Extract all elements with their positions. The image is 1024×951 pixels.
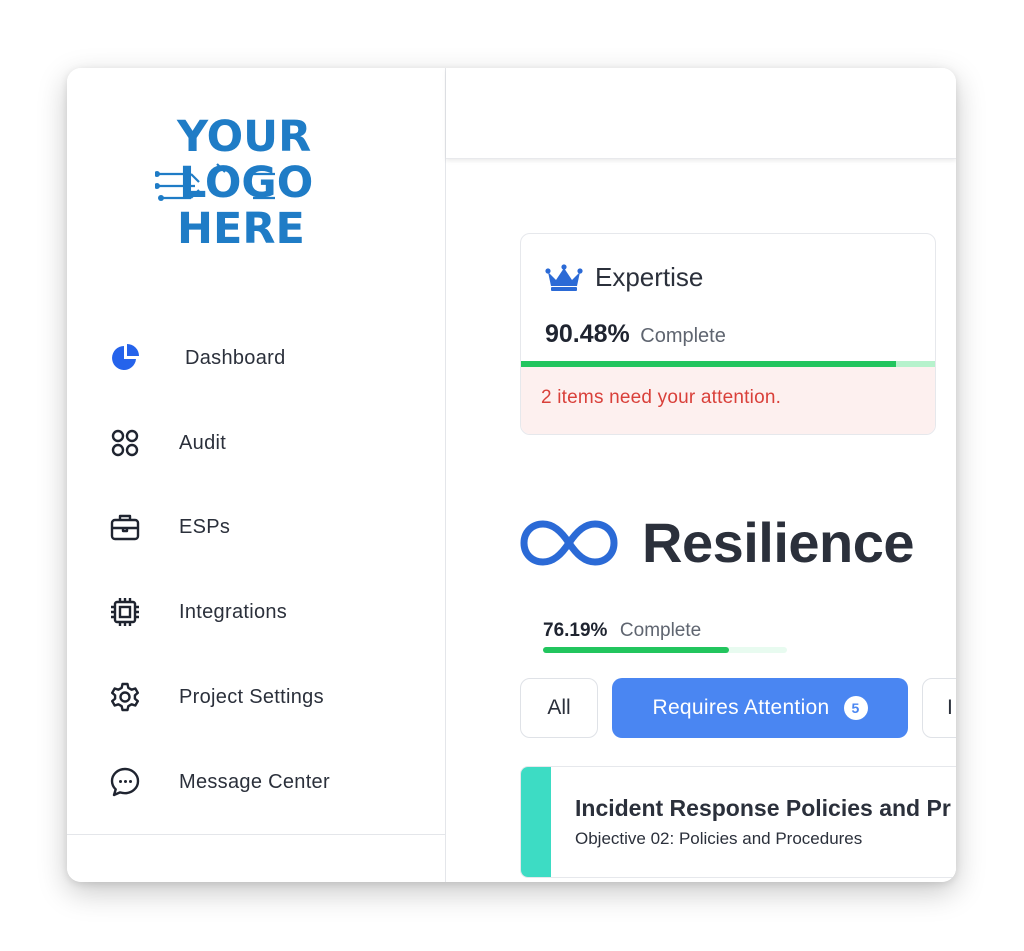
crown-icon [545,264,583,297]
filter-all-button[interactable]: All [520,678,598,738]
filter-requires-attention-label: Requires Attention [652,696,830,719]
sidebar-item-label: Audit [179,431,227,454]
resilience-percent-word: Complete [619,620,702,641]
expertise-percent-word: Complete [640,325,726,347]
briefcase-icon [109,511,141,543]
resilience-percent-line: 76.19% Complete [543,620,701,642]
sidebar-item-label: Integrations [179,600,288,623]
resilience-title: Resilience [642,511,915,574]
gear-icon [109,681,141,713]
filter-all-label: All [547,696,571,719]
filter-next-button[interactable]: I [922,678,956,738]
filter-requires-attention-button[interactable]: Requires Attention 5 [612,678,908,738]
sidebar-item-label: ESPs [179,515,231,538]
pie-chart-icon [109,342,141,374]
top-bar [446,68,956,159]
expertise-title: Expertise [595,262,704,292]
sidebar-item-audit[interactable]: Audit [67,413,445,473]
count-badge: 5 [843,696,868,720]
infinity-icon [519,518,619,573]
sidebar-item-dashboard[interactable]: Dashboard [67,328,445,388]
grid-icon [109,427,141,459]
resilience-progress-bar [543,647,787,653]
sidebar-item-label: Dashboard [185,346,286,369]
sidebar-item-message-center[interactable]: Message Center [67,752,445,812]
resilience-progress-fill [543,647,729,653]
logo-line-2: LOGO [179,158,314,208]
main-content: Expertise 90.48% Complete 2 items need y… [446,68,956,882]
expertise-percent: 90.48% [545,320,630,348]
sidebar-item-label: Message Center [179,770,330,793]
logo-line-1: YOUR [177,112,312,162]
objective-card[interactable]: Incident Response Policies and Pr Object… [520,766,956,878]
sidebar-divider [67,834,445,835]
sidebar-item-integrations[interactable]: Integrations [67,582,445,642]
attention-alert[interactable]: 2 items need your attention. [521,367,935,434]
objective-title: Incident Response Policies and Pr [575,795,951,821]
objective-status-stripe [521,767,551,877]
sidebar: YOUR LOGO HERE Dashboard Audit ESPs Inte… [67,68,446,882]
chip-icon [109,596,141,628]
filter-next-label: I [947,696,953,719]
sidebar-item-label: Project Settings [179,685,324,708]
logo-line-3: HERE [177,204,305,254]
sidebar-item-esps[interactable]: ESPs [67,497,445,557]
objective-subtitle: Objective 02: Policies and Procedures [575,829,863,848]
resilience-percent: 76.19% [543,620,608,641]
chat-bubble-icon [109,766,141,798]
app-window: YOUR LOGO HERE Dashboard Audit ESPs Inte… [67,68,956,882]
logo[interactable]: YOUR LOGO HERE [155,116,335,254]
sidebar-item-project-settings[interactable]: Project Settings [67,667,445,727]
attention-alert-text: 2 items need your attention. [541,387,782,408]
expertise-card[interactable]: Expertise 90.48% Complete 2 items need y… [520,233,936,435]
expertise-percent-line: 90.48% Complete [545,320,726,349]
